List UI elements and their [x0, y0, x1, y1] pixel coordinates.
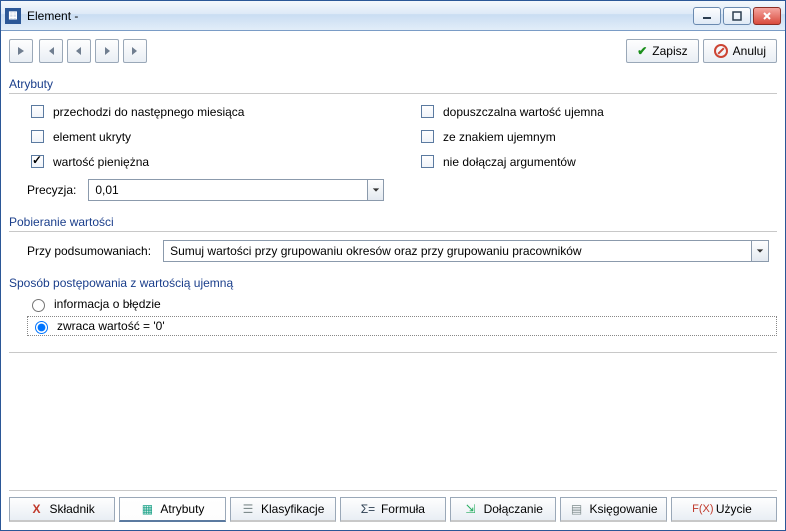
window-title: Element -	[27, 9, 693, 23]
cancel-button[interactable]: Anuluj	[703, 39, 777, 63]
cb-hidden-label: element ukryty	[53, 130, 131, 144]
cb-allow-neg[interactable]: dopuszczalna wartość ujemna	[417, 102, 777, 121]
divider	[9, 352, 777, 353]
summary-dropdown-button[interactable]	[751, 240, 769, 262]
content-area: ✔ Zapisz Anuluj Atrybuty przechodzi do n…	[1, 31, 785, 530]
tab-attach-label: Dołączanie	[484, 502, 543, 516]
last-button[interactable]	[123, 39, 147, 63]
tab-classifications[interactable]: ☰ Klasyfikacje	[230, 497, 336, 522]
tab-usage-label: Użycie	[716, 502, 752, 516]
close-button[interactable]	[753, 7, 781, 25]
cb-allow-neg-label: dopuszczalna wartość ujemna	[443, 105, 604, 119]
radio-return-zero-wrap[interactable]: zwraca wartość = '0'	[27, 316, 777, 336]
component-icon: X	[29, 502, 43, 516]
tab-attributes[interactable]: ▦ Atrybuty	[119, 497, 225, 522]
cb-next-month[interactable]: przechodzi do następnego miesiąca	[27, 102, 417, 121]
save-button[interactable]: ✔ Zapisz	[626, 39, 698, 63]
save-label: Zapisz	[652, 44, 687, 58]
cancel-icon	[714, 44, 728, 58]
check-icon: ✔	[637, 44, 647, 58]
attributes-grid: przechodzi do następnego miesiąca dopusz…	[9, 102, 777, 171]
precision-combo[interactable]	[88, 179, 384, 201]
empty-area	[9, 363, 777, 490]
formula-icon: Σ=	[361, 502, 375, 516]
cb-hidden-input[interactable]	[31, 130, 44, 143]
section-attributes: Atrybuty	[9, 75, 777, 94]
prev-button[interactable]	[67, 39, 91, 63]
next-button[interactable]	[95, 39, 119, 63]
maximize-button[interactable]	[723, 7, 751, 25]
tab-accounting-label: Księgowanie	[590, 502, 658, 516]
cb-next-month-label: przechodzi do następnego miesiąca	[53, 105, 244, 119]
summary-row: Przy podsumowaniach:	[9, 240, 777, 262]
tab-classifications-label: Klasyfikacje	[261, 502, 324, 516]
cb-allow-neg-input[interactable]	[421, 105, 434, 118]
usage-icon: F(X)	[696, 502, 710, 516]
cb-no-args-input[interactable]	[421, 155, 434, 168]
cb-neg-sign-input[interactable]	[421, 130, 434, 143]
tab-formula-label: Formuła	[381, 502, 425, 516]
tabbar: X Składnik ▦ Atrybuty ☰ Klasyfikacje Σ= …	[9, 490, 777, 522]
radio-return-zero-input[interactable]	[35, 321, 48, 334]
classifications-icon: ☰	[241, 502, 255, 516]
radio-error-info-label: informacja o błędzie	[54, 297, 161, 311]
cb-monetary-input[interactable]	[31, 155, 44, 168]
tab-usage[interactable]: F(X) Użycie	[671, 497, 777, 522]
cb-neg-sign[interactable]: ze znakiem ujemnym	[417, 127, 777, 146]
radio-return-zero-label: zwraca wartość = '0'	[57, 319, 165, 333]
cb-monetary[interactable]: wartość pieniężna	[27, 152, 417, 171]
toolbar: ✔ Zapisz Anuluj	[9, 39, 777, 63]
record-nav-group	[39, 39, 147, 63]
window-buttons	[693, 7, 781, 25]
play-button[interactable]	[9, 39, 33, 63]
titlebar: ▦ Element -	[1, 1, 785, 31]
summary-label: Przy podsumowaniach:	[27, 244, 151, 258]
attributes-icon: ▦	[140, 502, 154, 516]
cb-no-args-label: nie dołączaj argumentów	[443, 155, 576, 169]
first-button[interactable]	[39, 39, 63, 63]
precision-label: Precyzja:	[27, 183, 76, 197]
neg-radio-group: informacja o błędzie zwraca wartość = '0…	[9, 296, 777, 336]
tab-attach[interactable]: ⇲ Dołączanie	[450, 497, 556, 522]
radio-error-info-input[interactable]	[32, 299, 45, 312]
summary-combo[interactable]	[163, 240, 769, 262]
accounting-icon: ▤	[570, 502, 584, 516]
tab-attributes-label: Atrybuty	[160, 502, 204, 516]
minimize-button[interactable]	[693, 7, 721, 25]
cb-monetary-label: wartość pieniężna	[53, 155, 149, 169]
cancel-label: Anuluj	[733, 44, 766, 58]
cb-next-month-input[interactable]	[31, 105, 44, 118]
tab-component[interactable]: X Składnik	[9, 497, 115, 522]
tab-component-label: Składnik	[49, 502, 94, 516]
cb-no-args[interactable]: nie dołączaj argumentów	[417, 152, 777, 171]
tab-accounting[interactable]: ▤ Księgowanie	[560, 497, 666, 522]
app-icon: ▦	[5, 8, 21, 24]
precision-input[interactable]	[88, 179, 367, 201]
nav-group	[9, 39, 33, 63]
tab-formula[interactable]: Σ= Formuła	[340, 497, 446, 522]
section-neg-handling: Sposób postępowania z wartością ujemną	[9, 274, 777, 292]
precision-row: Precyzja:	[9, 179, 777, 201]
section-value-fetch: Pobieranie wartości	[9, 213, 777, 232]
precision-dropdown-button[interactable]	[367, 179, 384, 201]
summary-input[interactable]	[163, 240, 751, 262]
radio-error-info[interactable]: informacja o błędzie	[27, 296, 777, 312]
cb-neg-sign-label: ze znakiem ujemnym	[443, 130, 556, 144]
attach-icon: ⇲	[464, 502, 478, 516]
cb-hidden[interactable]: element ukryty	[27, 127, 417, 146]
